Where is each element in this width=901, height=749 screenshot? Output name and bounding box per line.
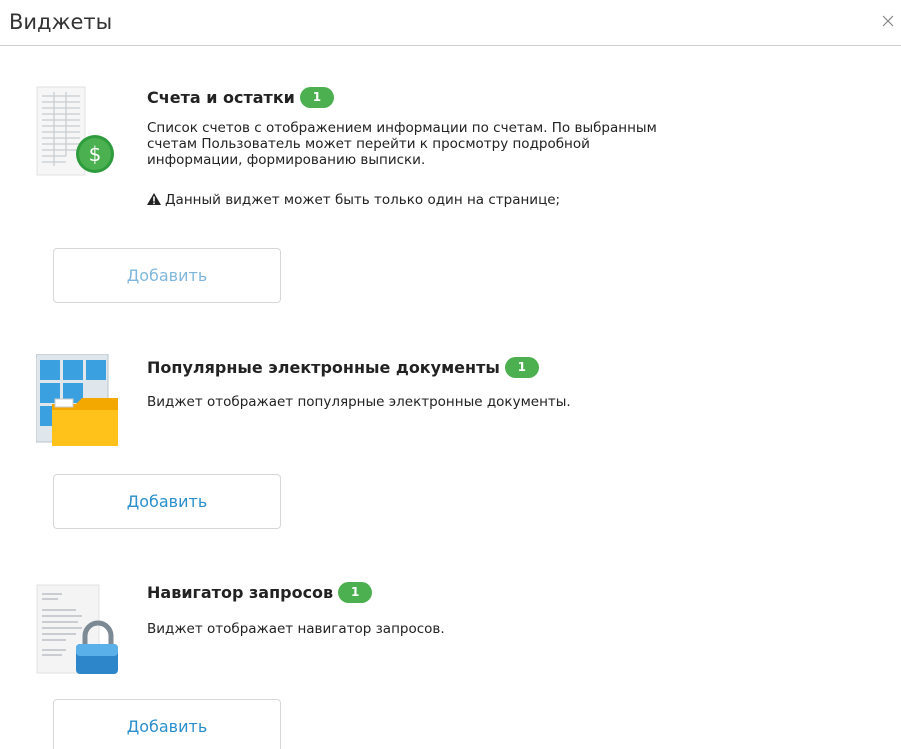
dialog-header: Виджеты (0, 0, 901, 46)
widget-title: Навигатор запросов 1 (147, 582, 373, 603)
add-button[interactable]: Добавить (53, 474, 281, 529)
widget-title: Популярные электронные документы 1 (147, 357, 539, 378)
widget-warning-text: Данный виджет может быть только один на … (165, 192, 561, 208)
widget-title-text: Навигатор запросов (147, 583, 334, 602)
count-badge: 1 (338, 582, 373, 603)
svg-text:$: $ (89, 142, 102, 166)
request-lock-icon (36, 584, 118, 674)
widget-description: Список счетов с отображением информации … (147, 120, 657, 168)
accounts-dollar-icon: $ (36, 86, 114, 176)
count-badge: 1 (504, 357, 539, 378)
widget-description: Виджет отображает популярные электронные… (147, 394, 571, 410)
widget-warning: Данный виджет может быть только один на … (147, 192, 560, 208)
widget-title: Счета и остатки 1 (147, 87, 334, 108)
widget-title-text: Счета и остатки (147, 88, 295, 107)
warning-icon (147, 193, 161, 205)
documents-folder-icon (36, 354, 118, 446)
widget-title-text: Популярные электронные документы (147, 358, 500, 377)
count-badge: 1 (299, 87, 334, 108)
add-button[interactable]: Добавить (53, 699, 281, 749)
widget-description: Виджет отображает навигатор запросов. (147, 621, 445, 637)
dialog-title: Виджеты (9, 10, 113, 34)
add-button[interactable]: Добавить (53, 248, 281, 303)
widgets-dialog: Виджеты $ Счета и остатки 1 Список счето… (0, 0, 901, 749)
close-icon[interactable] (881, 14, 895, 28)
